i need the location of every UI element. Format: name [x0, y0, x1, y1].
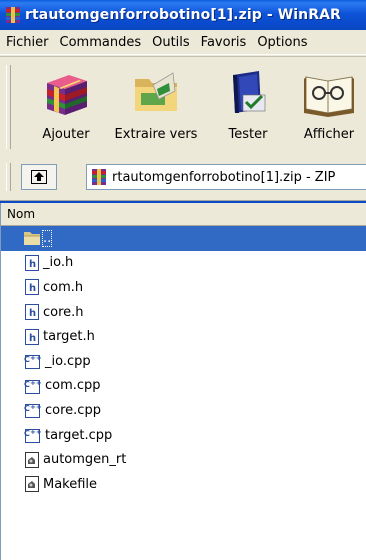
svg-text:++: ++: [30, 428, 42, 436]
test-book-icon: [233, 71, 266, 113]
file-name: core.h: [43, 304, 84, 320]
cpp-file-icon: C ++: [23, 426, 45, 444]
h-file-icon: h: [23, 278, 43, 296]
menu-bar: Fichier Commandes Outils Favoris Options: [0, 30, 366, 55]
up-folder-button[interactable]: [21, 164, 57, 190]
file-name: ..: [41, 229, 53, 247]
svg-text:h: h: [29, 259, 36, 270]
view-button[interactable]: Afficher: [296, 65, 362, 142]
file-row[interactable]: h target.h: [1, 324, 366, 349]
extract-to-label: Extraire vers: [114, 127, 198, 142]
menu-outils[interactable]: Outils: [147, 35, 195, 50]
svg-text:++: ++: [30, 403, 42, 411]
file-row[interactable]: Makefile: [1, 472, 366, 497]
svg-text:h: h: [29, 308, 36, 319]
title-bar[interactable]: rtautomgenforrobotino[1].zip - WinRAR: [0, 0, 366, 30]
add-label: Ajouter: [42, 127, 90, 142]
file-row[interactable]: automgen_rt: [1, 447, 366, 472]
archive-path-field[interactable]: rtautomgenforrobotino[1].zip - ZIP: [86, 164, 366, 190]
archive-path-text: rtautomgenforrobotino[1].zip - ZIP: [112, 169, 336, 185]
file-row[interactable]: C ++ core.cpp: [1, 398, 366, 423]
extract-folder-icon: [135, 72, 177, 111]
cpp-file-icon: C ++: [23, 352, 45, 370]
menu-options[interactable]: Options: [252, 35, 312, 50]
file-row[interactable]: ..: [1, 226, 366, 251]
svg-text:++: ++: [30, 379, 42, 387]
file-name: core.cpp: [45, 402, 101, 418]
column-header-name[interactable]: Nom: [1, 203, 366, 226]
h-file-icon: h: [23, 254, 43, 272]
archive-books-icon: [47, 75, 87, 115]
file-name: com.h: [43, 279, 84, 295]
generic-file-icon: [23, 475, 43, 493]
view-book-icon: [304, 76, 354, 117]
up-arrow-icon: [31, 170, 47, 184]
h-file-icon: h: [23, 303, 43, 321]
file-name: automgen_rt: [43, 452, 127, 468]
toolbar-grip[interactable]: [6, 65, 11, 149]
archive-icon: [92, 169, 106, 185]
file-name: _io.h: [43, 255, 74, 271]
file-name: target.cpp: [45, 427, 113, 443]
svg-text:++: ++: [30, 354, 42, 362]
extract-to-button[interactable]: Extraire vers: [108, 65, 204, 142]
file-name: Makefile: [43, 476, 98, 492]
file-name: _io.cpp: [45, 353, 91, 369]
file-name: com.cpp: [45, 378, 101, 394]
file-row[interactable]: h com.h: [1, 275, 366, 300]
folder-up-icon: [23, 230, 43, 246]
menu-favoris[interactable]: Favoris: [196, 35, 252, 50]
menu-commandes[interactable]: Commandes: [55, 35, 147, 50]
column-header-label: Nom: [7, 207, 36, 221]
file-row[interactable]: h _io.h: [1, 251, 366, 276]
h-file-icon: h: [23, 328, 43, 346]
file-name: target.h: [43, 329, 95, 345]
winrar-app-icon[interactable]: [4, 6, 22, 24]
address-grip[interactable]: [6, 163, 11, 191]
view-label: Afficher: [303, 127, 355, 142]
generic-file-icon: [23, 451, 43, 469]
test-label: Tester: [228, 127, 268, 142]
file-row[interactable]: h core.h: [1, 300, 366, 325]
toolbar: Ajouter Extraire vers Tester Afficher: [0, 56, 366, 156]
file-rows: .. h _io.h h com.h h core.h h target.h C ++ _io.cpp…: [1, 226, 366, 497]
file-row[interactable]: C ++ target.cpp: [1, 423, 366, 448]
cpp-file-icon: C ++: [23, 377, 45, 395]
file-row[interactable]: C ++ com.cpp: [1, 374, 366, 399]
cpp-file-icon: C ++: [23, 401, 45, 419]
svg-text:h: h: [29, 283, 36, 294]
test-button[interactable]: Tester: [218, 65, 278, 142]
address-bar: rtautomgenforrobotino[1].zip - ZIP: [0, 155, 366, 201]
add-button[interactable]: Ajouter: [32, 65, 100, 142]
file-list[interactable]: Nom .. h _io.h h com.h h core.h h target.h C ++ _io…: [0, 203, 366, 560]
file-row[interactable]: C ++ _io.cpp: [1, 349, 366, 374]
menu-fichier[interactable]: Fichier: [0, 35, 54, 50]
window-title: rtautomgenforrobotino[1].zip - WinRAR: [25, 7, 341, 23]
svg-text:h: h: [29, 333, 36, 344]
